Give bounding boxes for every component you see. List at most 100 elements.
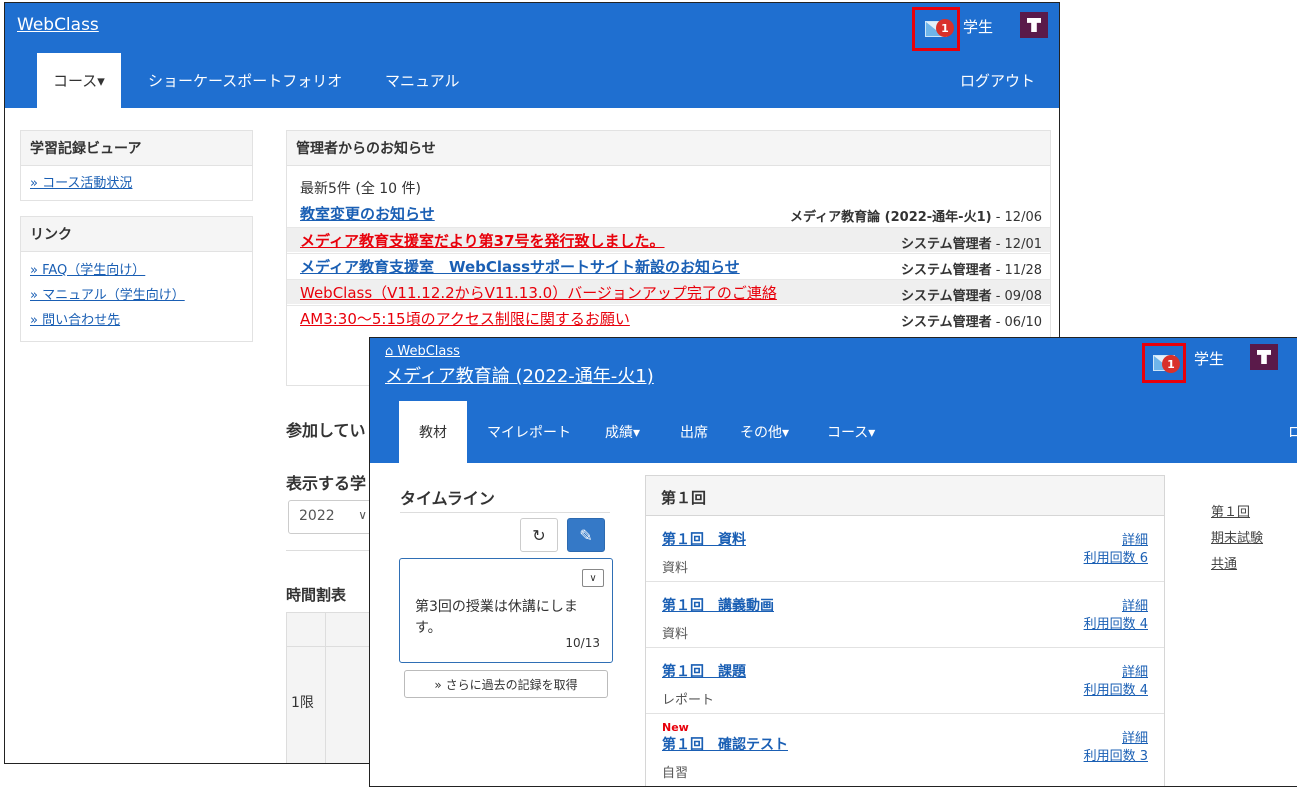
- home-link[interactable]: ⌂ WebClass: [385, 344, 460, 359]
- material-type: 資料: [662, 627, 689, 642]
- chevron-down-icon[interactable]: ∨: [582, 569, 604, 587]
- notice-title[interactable]: AM3:30〜5:15頃のアクセス制限に関するお願い: [300, 308, 630, 329]
- user-label[interactable]: 学生: [963, 16, 993, 37]
- notice-title[interactable]: メディア教育支援室 WebClassサポートサイト新設のお知らせ: [300, 256, 740, 277]
- faq-link[interactable]: » FAQ（学生向け）: [21, 252, 252, 281]
- section-link-final-exam[interactable]: 期末試験: [1211, 527, 1263, 546]
- unread-badge: 1: [1162, 355, 1180, 373]
- notice-row: メディア教育支援室 WebClassサポートサイト新設のお知らせ システム管理者…: [287, 253, 1050, 278]
- material-title[interactable]: 第１回 資料: [662, 529, 746, 549]
- material-row: 第１回 資料 資料 詳細 利用回数 6: [646, 517, 1164, 582]
- material-title[interactable]: 第１回 確認テスト: [662, 734, 788, 754]
- refresh-icon[interactable]: ↻: [520, 518, 558, 552]
- unread-badge: 1: [936, 19, 954, 37]
- notice-row: メディア教育支援室だより第37号を発行致しました。 システム管理者 - 12/0…: [287, 227, 1050, 252]
- timetable-heading: 時間割表: [286, 586, 347, 604]
- material-title[interactable]: 第１回 講義動画: [662, 595, 774, 615]
- tab-showcase-portfolio[interactable]: ショーケースポートフォリオ: [148, 53, 342, 108]
- display-year-heading: 表示する学: [286, 474, 367, 493]
- notice-meta: メディア教育論 (2022-通年-火1) - 12/06: [790, 206, 1042, 225]
- notice-author: システム管理者: [900, 289, 992, 304]
- logout-link[interactable]: ログアウト: [960, 53, 1035, 108]
- tab-manual[interactable]: マニュアル: [385, 53, 460, 108]
- mail-notification-button[interactable]: 1: [912, 7, 960, 51]
- portal-nav: コース▾ ショーケースポートフォリオ マニュアル ログアウト: [5, 53, 1059, 108]
- home-link-label: WebClass: [397, 344, 460, 359]
- notice-title[interactable]: メディア教育支援室だより第37号を発行致しました。: [300, 230, 665, 251]
- links-panel: リンク » FAQ（学生向け） » マニュアル（学生向け） » 問い合わせ先: [20, 216, 253, 342]
- tab-my-report[interactable]: マイレポート: [487, 401, 571, 463]
- tab-grades[interactable]: 成績▾: [605, 401, 640, 463]
- year-select-value: 2022: [299, 508, 335, 524]
- notice-date: - 06/10: [991, 315, 1042, 330]
- mail-notification-button[interactable]: 1: [1142, 343, 1186, 383]
- learning-viewer-panel: 学習記録ビューア » コース活動状況: [20, 130, 253, 201]
- material-usage-count[interactable]: 利用回数 4: [1084, 679, 1148, 698]
- pencil-icon[interactable]: ✎: [567, 518, 605, 552]
- logout-link[interactable]: ロ: [1288, 401, 1297, 463]
- material-detail-link[interactable]: 詳細: [1122, 727, 1148, 746]
- notice-row: 教室変更のお知らせ メディア教育論 (2022-通年-火1) - 12/06: [287, 201, 1050, 226]
- manual-link[interactable]: » マニュアル（学生向け）: [21, 281, 252, 306]
- period-label: 1限: [291, 695, 314, 711]
- course-window: ⌂ WebClass メディア教育論 (2022-通年-火1) 1 学生 教材 …: [369, 337, 1297, 787]
- materials-panel: 第１回 第１回 資料 資料 詳細 利用回数 6 第１回 講義動画 資料 詳細 利…: [645, 475, 1165, 786]
- load-older-button[interactable]: » さらに過去の記録を取得: [404, 670, 608, 698]
- learning-viewer-heading: 学習記録ビューア: [21, 131, 252, 166]
- timeline-post-date: 10/13: [565, 636, 600, 650]
- material-row: 第１回 講義動画 資料 詳細 利用回数 4: [646, 583, 1164, 648]
- course-title-link[interactable]: メディア教育論 (2022-通年-火1): [385, 362, 654, 388]
- material-usage-count[interactable]: 利用回数 6: [1084, 547, 1148, 566]
- timeline-heading: タイムライン: [400, 489, 495, 508]
- course-activity-link[interactable]: » コース活動状況: [21, 166, 252, 194]
- material-usage-count[interactable]: 利用回数 3: [1084, 745, 1148, 764]
- notices-summary: 最新5件 (全 10 件): [300, 181, 421, 197]
- tab-course[interactable]: コース▾: [827, 401, 875, 463]
- material-type: 資料: [662, 561, 689, 576]
- notice-date: - 09/08: [991, 289, 1042, 304]
- notice-meta: システム管理者 - 12/01: [901, 233, 1042, 252]
- notice-date: - 11/28: [991, 263, 1042, 278]
- portal-header: WebClass 1 学生 コース▾ ショーケースポートフォリオ マニュアル ロ…: [5, 3, 1059, 108]
- course-header: ⌂ WebClass メディア教育論 (2022-通年-火1) 1 学生 教材 …: [370, 338, 1297, 463]
- material-detail-link[interactable]: 詳細: [1122, 529, 1148, 548]
- user-label[interactable]: 学生: [1194, 348, 1224, 369]
- notice-author: システム管理者: [900, 237, 992, 252]
- tab-attendance[interactable]: 出席: [680, 401, 708, 463]
- notice-title[interactable]: WebClass（V11.12.2からV11.13.0）バージョンアップ完了のご…: [300, 282, 777, 303]
- tab-materials[interactable]: 教材: [399, 401, 467, 463]
- material-row: New 第１回 確認テスト 自習 詳細 利用回数 3: [646, 715, 1164, 781]
- materials-heading: 第１回: [646, 476, 1164, 516]
- material-title[interactable]: 第１回 課題: [662, 661, 746, 681]
- tab-other[interactable]: その他▾: [740, 401, 789, 463]
- material-type: レポート: [662, 693, 715, 708]
- section-link-1[interactable]: 第１回: [1211, 501, 1250, 520]
- material-type: 自習: [662, 766, 689, 781]
- timeline-post-text: 第3回の授業は休講にします。: [415, 599, 578, 636]
- chevron-down-icon: ∨: [358, 508, 367, 522]
- divider: [286, 550, 376, 551]
- notice-date: - 12/01: [991, 237, 1042, 252]
- links-heading: リンク: [21, 217, 252, 252]
- notice-meta: システム管理者 - 11/28: [901, 259, 1042, 278]
- notice-row: WebClass（V11.12.2からV11.13.0）バージョンアップ完了のご…: [287, 279, 1050, 304]
- notice-meta: システム管理者 - 09/08: [901, 285, 1042, 304]
- user-avatar-icon[interactable]: [1020, 12, 1048, 38]
- material-row: 第１回 課題 レポート 詳細 利用回数 4: [646, 649, 1164, 714]
- material-detail-link[interactable]: 詳細: [1122, 595, 1148, 614]
- notice-title[interactable]: 教室変更のお知らせ: [300, 203, 435, 224]
- tab-course[interactable]: コース▾: [37, 53, 121, 108]
- notice-meta: システム管理者 - 06/10: [901, 311, 1042, 330]
- webclass-logo-link[interactable]: WebClass: [17, 15, 99, 35]
- divider: [400, 512, 610, 513]
- contact-link[interactable]: » 問い合わせ先: [21, 306, 252, 331]
- notice-author: メディア教育論 (2022-通年-火1): [790, 210, 992, 225]
- year-select[interactable]: 2022 ∨: [288, 500, 378, 534]
- notices-heading: 管理者からのお知らせ: [287, 131, 1050, 166]
- section-link-common[interactable]: 共通: [1211, 553, 1237, 572]
- material-detail-link[interactable]: 詳細: [1122, 661, 1148, 680]
- home-icon: ⌂: [385, 344, 398, 359]
- user-avatar-icon[interactable]: [1250, 344, 1278, 370]
- new-badge: New: [662, 721, 689, 734]
- material-usage-count[interactable]: 利用回数 4: [1084, 613, 1148, 632]
